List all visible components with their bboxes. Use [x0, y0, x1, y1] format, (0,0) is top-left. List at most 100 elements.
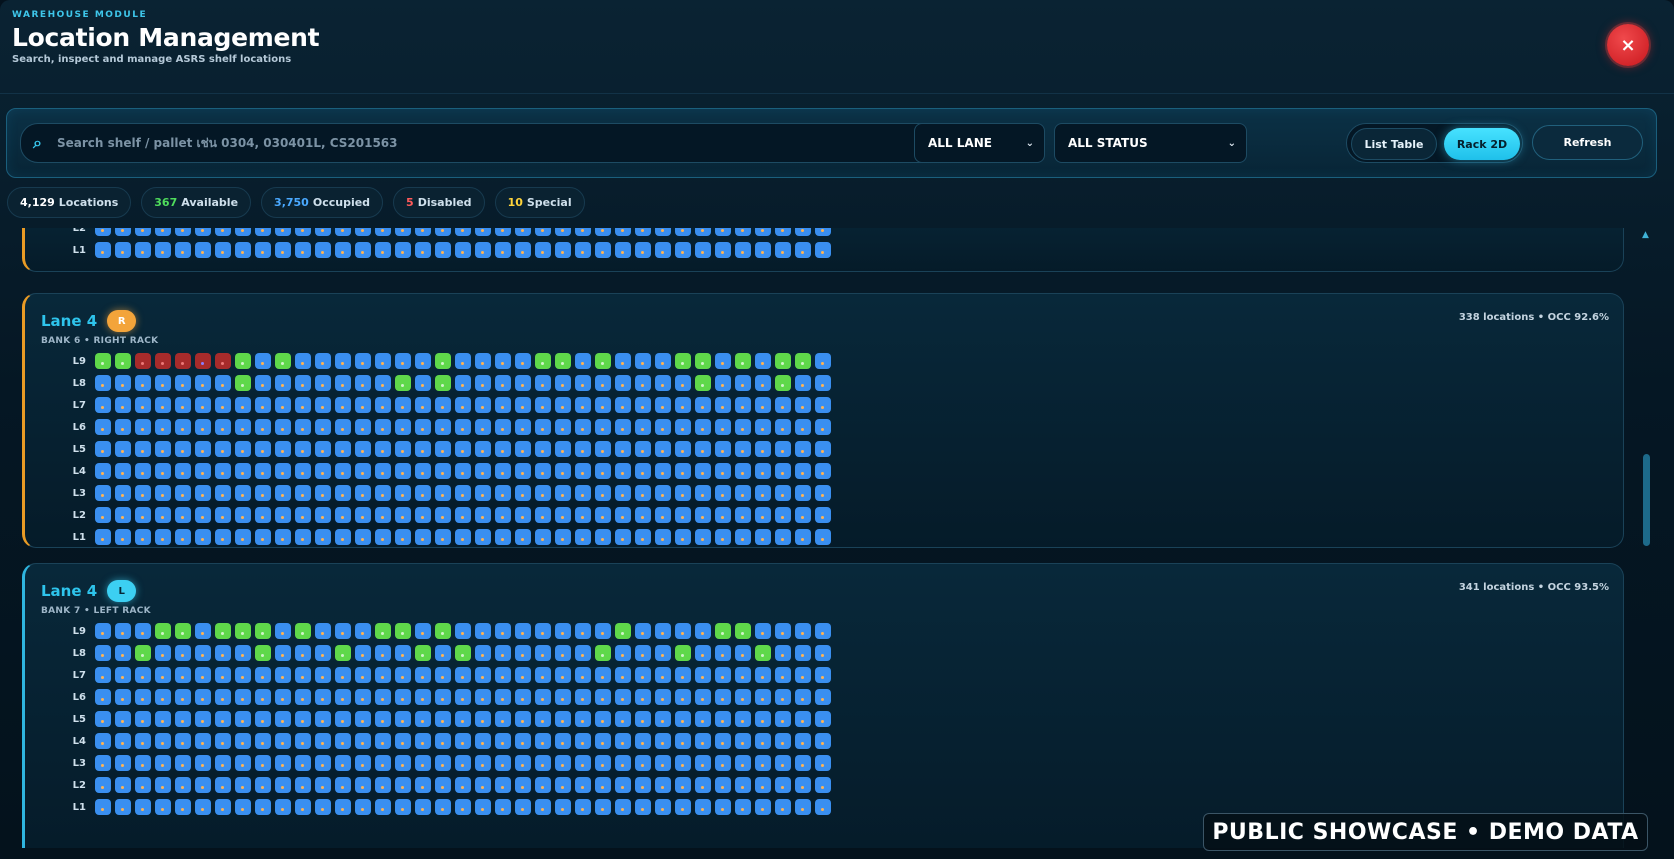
shelf-location-cell[interactable]	[355, 507, 371, 523]
shelf-location-cell[interactable]	[575, 623, 591, 639]
shelf-location-cell[interactable]	[455, 485, 471, 501]
shelf-location-cell[interactable]	[635, 799, 651, 815]
shelf-location-cell[interactable]	[455, 711, 471, 727]
shelf-location-cell[interactable]	[555, 755, 571, 771]
shelf-location-cell[interactable]	[655, 733, 671, 749]
shelf-location-cell[interactable]	[135, 375, 151, 391]
shelf-location-cell[interactable]	[135, 529, 151, 545]
shelf-location-cell[interactable]	[775, 463, 791, 479]
shelf-location-cell[interactable]	[695, 623, 711, 639]
shelf-location-cell[interactable]	[515, 375, 531, 391]
shelf-location-cell[interactable]	[295, 485, 311, 501]
shelf-location-cell[interactable]	[395, 463, 411, 479]
shelf-location-cell[interactable]	[735, 463, 751, 479]
shelf-location-cell[interactable]	[255, 375, 271, 391]
shelf-location-cell[interactable]	[675, 623, 691, 639]
shelf-location-cell[interactable]	[635, 375, 651, 391]
shelf-location-cell[interactable]	[335, 397, 351, 413]
shelf-location-cell[interactable]	[815, 228, 831, 236]
shelf-location-cell[interactable]	[135, 485, 151, 501]
status-filter-select[interactable]: ALL STATUS ⌄	[1054, 123, 1247, 163]
shelf-location-cell[interactable]	[515, 463, 531, 479]
shelf-location-cell[interactable]	[515, 645, 531, 661]
shelf-location-cell[interactable]	[95, 711, 111, 727]
shelf-location-cell[interactable]	[815, 711, 831, 727]
shelf-location-cell[interactable]	[395, 353, 411, 369]
shelf-location-cell[interactable]	[235, 228, 251, 236]
shelf-location-cell[interactable]	[675, 419, 691, 435]
shelf-location-cell[interactable]	[535, 228, 551, 236]
shelf-location-cell[interactable]	[655, 711, 671, 727]
shelf-location-cell[interactable]	[415, 711, 431, 727]
shelf-location-cell[interactable]	[535, 507, 551, 523]
shelf-location-cell[interactable]	[295, 507, 311, 523]
shelf-location-cell[interactable]	[795, 667, 811, 683]
shelf-location-cell[interactable]	[755, 485, 771, 501]
shelf-location-cell[interactable]	[375, 733, 391, 749]
shelf-location-cell[interactable]	[575, 485, 591, 501]
shelf-location-cell[interactable]	[775, 529, 791, 545]
shelf-location-cell[interactable]	[535, 645, 551, 661]
shelf-location-cell[interactable]	[295, 799, 311, 815]
shelf-location-cell[interactable]	[355, 777, 371, 793]
shelf-location-cell[interactable]	[395, 485, 411, 501]
shelf-location-cell[interactable]	[135, 733, 151, 749]
shelf-location-cell[interactable]	[335, 777, 351, 793]
shelf-location-cell[interactable]	[395, 667, 411, 683]
shelf-location-cell[interactable]	[175, 242, 191, 258]
shelf-location-cell[interactable]	[435, 507, 451, 523]
shelf-location-cell[interactable]	[815, 755, 831, 771]
shelf-location-cell[interactable]	[815, 507, 831, 523]
shelf-location-cell[interactable]	[635, 711, 651, 727]
shelf-location-cell[interactable]	[155, 529, 171, 545]
shelf-location-cell[interactable]	[815, 485, 831, 501]
shelf-location-cell[interactable]	[495, 645, 511, 661]
shelf-location-cell[interactable]	[635, 529, 651, 545]
shelf-location-cell[interactable]	[735, 733, 751, 749]
shelf-location-cell[interactable]	[775, 645, 791, 661]
shelf-location-cell[interactable]	[155, 397, 171, 413]
shelf-location-cell[interactable]	[415, 353, 431, 369]
shelf-location-cell[interactable]	[595, 777, 611, 793]
shelf-location-cell[interactable]	[175, 397, 191, 413]
shelf-location-cell[interactable]	[495, 375, 511, 391]
shelf-location-cell[interactable]	[215, 711, 231, 727]
shelf-location-cell[interactable]	[795, 799, 811, 815]
shelf-location-cell[interactable]	[495, 733, 511, 749]
shelf-location-cell[interactable]	[595, 463, 611, 479]
shelf-location-cell[interactable]	[335, 353, 351, 369]
shelf-location-cell[interactable]	[375, 419, 391, 435]
shelf-location-cell[interactable]	[535, 242, 551, 258]
shelf-location-cell[interactable]	[815, 353, 831, 369]
shelf-location-cell[interactable]	[415, 242, 431, 258]
shelf-location-cell[interactable]	[295, 228, 311, 236]
shelf-location-cell[interactable]	[315, 419, 331, 435]
shelf-location-cell[interactable]	[755, 529, 771, 545]
shelf-location-cell[interactable]	[395, 419, 411, 435]
shelf-location-cell[interactable]	[815, 375, 831, 391]
shelf-location-cell[interactable]	[555, 689, 571, 705]
shelf-location-cell[interactable]	[195, 485, 211, 501]
shelf-location-cell[interactable]	[555, 667, 571, 683]
shelf-location-cell[interactable]	[455, 419, 471, 435]
shelf-location-cell[interactable]	[215, 485, 231, 501]
shelf-location-cell[interactable]	[475, 485, 491, 501]
shelf-location-cell[interactable]	[315, 507, 331, 523]
shelf-location-cell[interactable]	[175, 419, 191, 435]
shelf-location-cell[interactable]	[115, 645, 131, 661]
shelf-location-cell[interactable]	[355, 463, 371, 479]
shelf-location-cell[interactable]	[795, 645, 811, 661]
shelf-location-cell[interactable]	[95, 623, 111, 639]
shelf-location-cell[interactable]	[135, 228, 151, 236]
shelf-location-cell[interactable]	[215, 529, 231, 545]
shelf-location-cell[interactable]	[555, 623, 571, 639]
shelf-location-cell[interactable]	[595, 711, 611, 727]
shelf-location-cell[interactable]	[635, 228, 651, 236]
shelf-location-cell[interactable]	[375, 645, 391, 661]
shelf-location-cell[interactable]	[155, 507, 171, 523]
shelf-location-cell[interactable]	[495, 242, 511, 258]
shelf-location-cell[interactable]	[695, 419, 711, 435]
shelf-location-cell[interactable]	[615, 799, 631, 815]
shelf-location-cell[interactable]	[355, 353, 371, 369]
shelf-location-cell[interactable]	[115, 375, 131, 391]
